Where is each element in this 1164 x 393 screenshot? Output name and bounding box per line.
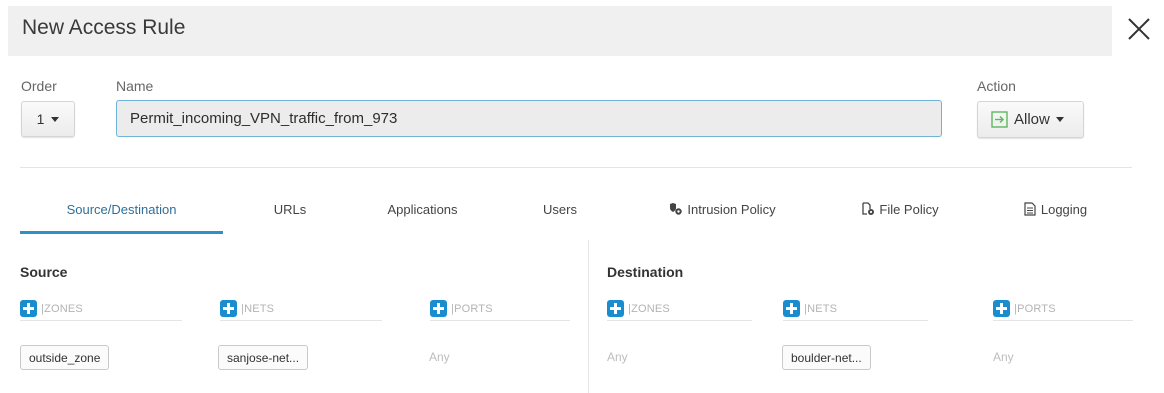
section-separator	[588, 240, 589, 393]
action-label: Action	[977, 78, 1016, 94]
destination-title: Destination	[607, 264, 684, 280]
source-ports-header: |​PORTS	[430, 297, 570, 321]
destination-ports-header: |​PORTS	[993, 297, 1133, 321]
close-button[interactable]	[1122, 12, 1156, 46]
source-title: Source	[20, 264, 68, 280]
source-nets-header: |​NETS	[220, 297, 382, 321]
tab-urls[interactable]: URLs	[240, 192, 340, 232]
tab-label: File Policy	[879, 202, 939, 217]
action-select[interactable]: Allow	[977, 101, 1084, 138]
destination-net-chip[interactable]: boulder-net...	[782, 345, 871, 370]
order-select[interactable]: 1	[21, 101, 75, 137]
add-source-net-button[interactable]	[220, 300, 237, 317]
destination-nets-header: |​NETS	[783, 297, 928, 321]
tab-label: Logging	[1040, 202, 1088, 217]
add-destination-zone-button[interactable]	[607, 300, 624, 317]
tab-logging[interactable]: Logging	[1000, 192, 1110, 232]
name-input[interactable]	[116, 100, 942, 137]
add-source-port-button[interactable]	[430, 300, 447, 317]
tab-bar: Source/Destination URLs Applications Use…	[0, 192, 1164, 234]
dialog-header: New Access Rule	[0, 0, 1164, 62]
chevron-down-icon	[51, 116, 60, 122]
tab-source-destination[interactable]: Source/Destination	[20, 192, 223, 232]
tab-label: Intrusion Policy	[687, 202, 776, 217]
column-label: |​NETS	[241, 302, 275, 315]
source-ports-any: Any	[429, 350, 450, 364]
tab-label: Users	[543, 202, 577, 217]
order-label: Order	[21, 78, 57, 94]
source-net-chip[interactable]: sanjose-net...	[218, 345, 309, 370]
tab-label: Applications	[387, 202, 458, 217]
column-label: |​ZONES	[41, 302, 83, 315]
active-tab-indicator	[20, 231, 223, 234]
column-label: |​NETS	[804, 302, 838, 315]
column-label: |​PORTS	[451, 302, 493, 315]
tab-label: URLs	[273, 202, 307, 217]
tab-users[interactable]: Users	[525, 192, 595, 232]
destination-zones-header: |​ZONES	[607, 297, 752, 321]
add-destination-net-button[interactable]	[783, 300, 800, 317]
tab-label: Source/Destination	[66, 202, 177, 217]
shield-gear-icon	[670, 203, 683, 215]
form-divider	[20, 167, 1132, 168]
destination-zones-any: Any	[607, 350, 628, 364]
document-icon	[1024, 202, 1036, 216]
source-zones-header: |​ZONES	[20, 297, 182, 321]
chevron-down-icon	[1055, 117, 1064, 122]
source-zone-chip[interactable]: outside_zone	[20, 345, 110, 370]
order-value: 1	[36, 111, 45, 127]
dialog-title: New Access Rule	[22, 16, 186, 39]
allow-arrow-icon	[991, 111, 1008, 128]
tab-intrusion-policy[interactable]: Intrusion Policy	[640, 192, 805, 232]
close-icon	[1128, 18, 1150, 40]
action-value: Allow	[1014, 111, 1050, 128]
name-label: Name	[116, 78, 154, 94]
tab-file-policy[interactable]: File Policy	[835, 192, 965, 232]
add-source-zone-button[interactable]	[20, 300, 37, 317]
column-label: |​ZONES	[628, 302, 670, 315]
destination-ports-any: Any	[993, 350, 1014, 364]
add-destination-port-button[interactable]	[993, 300, 1010, 317]
tab-applications[interactable]: Applications	[360, 192, 485, 232]
file-gear-icon	[862, 202, 875, 215]
column-label: |​PORTS	[1014, 302, 1056, 315]
